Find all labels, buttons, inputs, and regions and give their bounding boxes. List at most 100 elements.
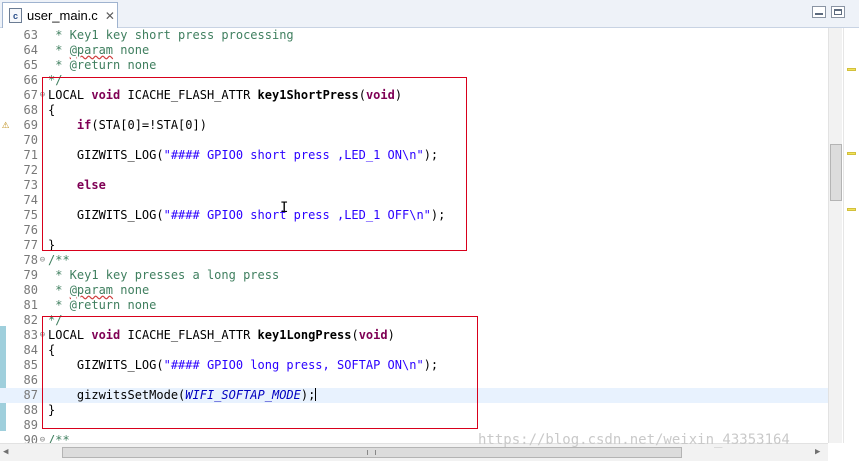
code-token: @param: [69, 43, 114, 57]
text-cursor-icon: I: [280, 200, 289, 216]
code-line[interactable]: 77}: [0, 238, 828, 253]
overview-marker[interactable]: [847, 68, 856, 71]
code-line[interactable]: 67 ⊖ LOCAL void ICACHE_FLASH_ATTR key1Shor…: [0, 88, 828, 103]
code-text: * Key1 key short press processing: [48, 28, 293, 43]
code-text: * @return none: [48, 58, 156, 73]
code-token: none: [113, 283, 150, 297]
code-line[interactable]: 86: [0, 373, 828, 388]
code-token: else: [76, 178, 106, 192]
code-token: LOCAL: [48, 88, 92, 102]
code-line[interactable]: 82 */: [0, 313, 828, 328]
maximize-button[interactable]: [831, 6, 845, 18]
code-line[interactable]: 65 * @return none: [0, 58, 828, 73]
code-line[interactable]: 71 GIZWITS_LOG("#### GPIO0 short press ,…: [0, 148, 828, 163]
code-line[interactable]: 72: [0, 163, 828, 178]
code-token: *: [48, 283, 70, 297]
code-editor[interactable]: ⚠ 63 * Key1 key short press processing 64…: [0, 28, 828, 443]
code-line[interactable]: 68 {: [0, 103, 828, 118]
line-number: 86: [23, 373, 38, 387]
code-token: LOCAL: [48, 328, 92, 342]
code-token: /**: [48, 433, 70, 443]
vertical-scroll-thumb[interactable]: [830, 144, 842, 201]
code-token: GIZWITS_LOG(: [48, 148, 164, 162]
code-line[interactable]: 84 {: [0, 343, 828, 358]
code-line[interactable]: 63 * Key1 key short press processing: [0, 28, 828, 43]
line-number: 68: [23, 103, 38, 117]
code-text: GIZWITS_LOG("#### GPIO0 short press ,LED…: [48, 148, 438, 163]
vertical-scrollbar[interactable]: [828, 28, 842, 443]
line-number: 89: [23, 418, 38, 432]
code-line[interactable]: 70: [0, 133, 828, 148]
line-number: 88: [23, 403, 38, 417]
editor-tab-bar: c user_main.c ✕: [0, 0, 859, 28]
code-text: /**: [48, 433, 70, 443]
code-token: "#### GPIO0 short press ,LED_1 ON\n": [163, 148, 424, 162]
fold-toggle-icon[interactable]: ⊖: [38, 88, 47, 103]
line-number: 85: [23, 358, 38, 372]
code-line[interactable]: 83 ⊖ LOCAL void ICACHE_FLASH_ATTR key1Long…: [0, 328, 828, 343]
code-line[interactable]: 73 else: [0, 178, 828, 193]
line-number: 79: [23, 268, 38, 282]
overview-marker[interactable]: [847, 208, 856, 211]
code-token: * @return none: [48, 58, 157, 72]
overview-marker[interactable]: [847, 152, 856, 155]
line-number: 64: [23, 43, 38, 57]
horizontal-scroll-thumb[interactable]: [62, 447, 682, 458]
code-token: );: [430, 208, 446, 222]
code-line[interactable]: 85 GIZWITS_LOG("#### GPIO0 long press, S…: [0, 358, 828, 373]
code-token: ICACHE_FLASH_ATTR: [120, 88, 258, 102]
line-number: 63: [23, 28, 38, 42]
close-icon[interactable]: ✕: [105, 9, 115, 23]
overview-ruler[interactable]: [843, 28, 859, 443]
code-text: */: [48, 313, 62, 328]
code-line[interactable]: 69 if(STA[0]=!STA[0]): [0, 118, 828, 133]
line-number: 65: [23, 58, 38, 72]
fold-toggle-icon[interactable]: ⊖: [38, 328, 47, 343]
code-line[interactable]: 81 * @return none: [0, 298, 828, 313]
code-token: void: [365, 88, 395, 102]
code-line[interactable]: 79 * Key1 key presses a long press: [0, 268, 828, 283]
line-number: 76: [23, 223, 38, 237]
line-number: 87: [23, 388, 38, 402]
code-text: GIZWITS_LOG("#### GPIO0 short press ,LED…: [48, 208, 445, 223]
line-number: 83: [23, 328, 38, 342]
code-line[interactable]: 80 * @param none: [0, 283, 828, 298]
line-number: 69: [23, 118, 38, 132]
code-token: if: [76, 118, 92, 132]
line-number: 84: [23, 343, 38, 357]
tab-user-main-c[interactable]: c user_main.c ✕: [2, 2, 118, 28]
code-line[interactable]: 75 GIZWITS_LOG("#### GPIO0 short press ,…: [0, 208, 828, 223]
fold-toggle-icon[interactable]: ⊖: [38, 253, 47, 268]
code-text: * Key1 key presses a long press: [48, 268, 279, 283]
code-text: LOCAL void ICACHE_FLASH_ATTR key1ShortPr…: [48, 88, 402, 103]
scroll-left-icon[interactable]: ◀: [3, 447, 8, 457]
code-token: GIZWITS_LOG(: [48, 208, 164, 222]
code-text: if(STA[0]=!STA[0]): [48, 118, 207, 133]
code-token: gizwitsSetMode(: [48, 388, 186, 402]
code-line[interactable]: 66 */: [0, 73, 828, 88]
code-line[interactable]: 78 ⊖/**: [0, 253, 828, 268]
code-line[interactable]: 88}: [0, 403, 828, 418]
scroll-right-icon[interactable]: ▶: [815, 447, 820, 457]
code-text: * @return none: [48, 298, 156, 313]
code-token: none: [113, 43, 150, 57]
code-line[interactable]: 76: [0, 223, 828, 238]
code-line[interactable]: 87 gizwitsSetMode(WIFI_SOFTAP_MODE);: [0, 388, 828, 403]
code-token: "#### GPIO0 short press ,LED_1 OFF\n": [163, 208, 431, 222]
line-number: 74: [23, 193, 38, 207]
code-token: {: [48, 103, 56, 117]
code-text: else: [48, 178, 106, 193]
code-token: );: [423, 358, 439, 372]
minimize-button[interactable]: [812, 6, 826, 18]
code-line[interactable]: 74: [0, 193, 828, 208]
code-line[interactable]: 64 * @param none: [0, 43, 828, 58]
code-text: {: [48, 103, 55, 118]
code-text: /**: [48, 253, 70, 268]
code-text: }: [48, 238, 55, 253]
fold-toggle-icon[interactable]: ⊖: [38, 433, 47, 443]
code-token: );: [423, 148, 439, 162]
code-token: WIFI_SOFTAP_MODE: [185, 388, 301, 402]
line-number: 78: [23, 253, 38, 267]
code-line[interactable]: 89: [0, 418, 828, 433]
